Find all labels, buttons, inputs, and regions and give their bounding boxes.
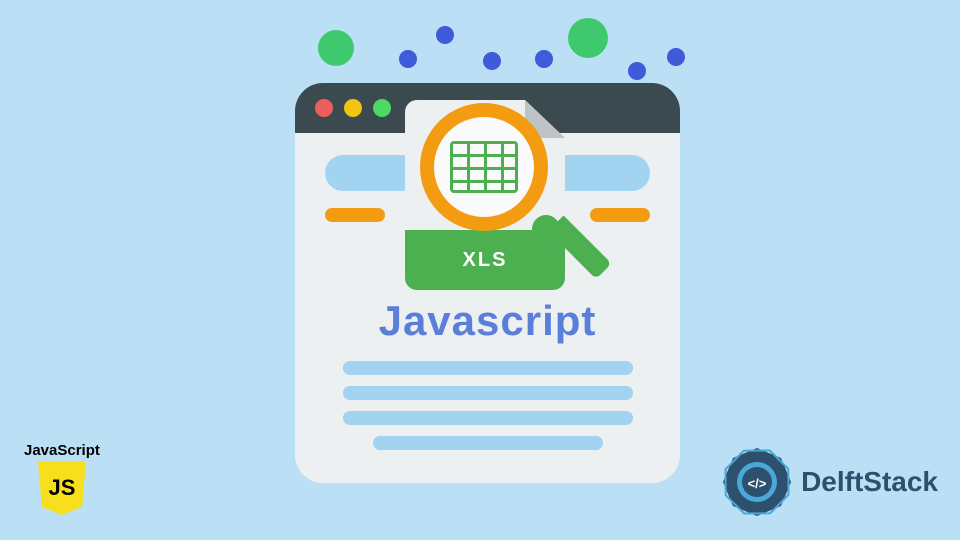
delftstack-badge-icon: </> — [721, 446, 793, 518]
xls-file-illustration: XLS — [405, 100, 580, 305]
decorative-dot — [667, 48, 685, 66]
javascript-logo: JavaScript JS — [24, 442, 100, 515]
window-maximize-button[interactable] — [373, 99, 391, 117]
text-line — [373, 436, 603, 450]
decorative-dot — [568, 18, 608, 58]
magnifier-icon — [420, 103, 548, 231]
javascript-shield-icon: JS — [38, 461, 86, 515]
text-line — [343, 411, 633, 425]
decorative-dot — [318, 30, 354, 66]
text-line — [343, 361, 633, 375]
decorative-dot — [483, 52, 501, 70]
javascript-label: JavaScript — [24, 442, 100, 459]
window-minimize-button[interactable] — [344, 99, 362, 117]
decorative-dot — [628, 62, 646, 80]
delftstack-logo: </> DelftStack — [721, 446, 938, 518]
menu-line-left — [325, 208, 385, 222]
spreadsheet-grid-icon — [450, 141, 518, 193]
menu-line-right — [590, 208, 650, 222]
text-line — [343, 386, 633, 400]
decorative-dot — [436, 26, 454, 44]
window-close-button[interactable] — [315, 99, 333, 117]
svg-text:</>: </> — [748, 476, 767, 491]
delftstack-label: DelftStack — [801, 466, 938, 498]
xls-label: XLS — [463, 249, 508, 272]
decorative-dot — [535, 50, 553, 68]
decorative-dot — [399, 50, 417, 68]
